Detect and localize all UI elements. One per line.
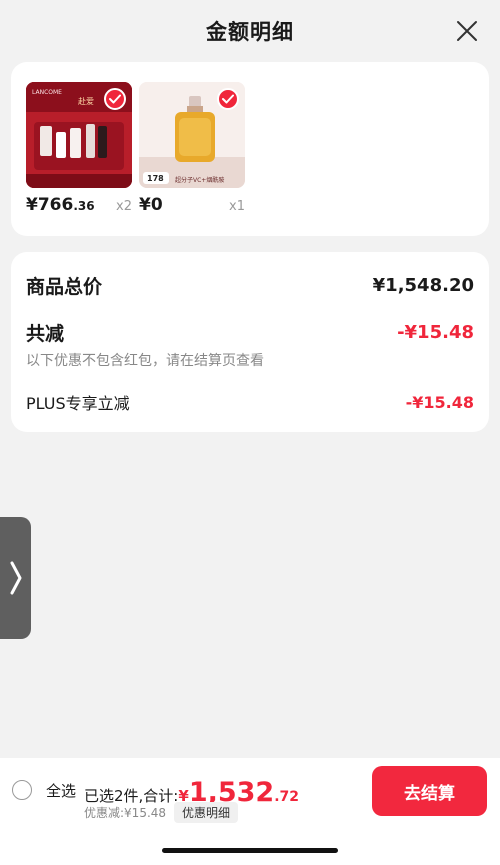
select-all-radio[interactable] xyxy=(12,780,32,800)
selected-check-icon[interactable] xyxy=(104,88,126,110)
price-summary-card: 商品总价 ¥1,548.20 共减 -¥15.48 以下优惠不包含红包，请在结算… xyxy=(11,252,489,432)
discount-label: 共减 xyxy=(26,323,65,345)
header: 金额明细 xyxy=(0,0,500,62)
safe-area xyxy=(0,824,500,865)
product-quantity: x1 xyxy=(229,199,245,214)
svg-text:178: 178 xyxy=(147,174,164,183)
discount-detail-button[interactable]: 优惠明细 xyxy=(174,802,239,823)
selected-check-icon[interactable] xyxy=(217,88,239,110)
svg-text:超分子VC+烟酰胺: 超分子VC+烟酰胺 xyxy=(175,176,224,184)
checkout-bar: 全选 已选2件,合计: ¥1,532.72 优惠减:¥15.48 优惠明细 去结… xyxy=(0,758,500,824)
close-icon xyxy=(457,21,477,41)
close-button[interactable] xyxy=(452,16,482,46)
select-all-label[interactable]: 全选 xyxy=(46,780,76,801)
discount-row: 共减 -¥15.48 xyxy=(26,319,474,346)
total-price-value: ¥1,548.20 xyxy=(372,275,474,296)
checkout-button[interactable]: 去结算 xyxy=(372,766,487,816)
svg-text:LANCOME: LANCOME xyxy=(32,89,62,96)
page-title: 金额明细 xyxy=(206,20,294,44)
svg-text:赴爱: 赴爱 xyxy=(78,96,94,106)
discount-note: 以下优惠不包含红包，请在结算页查看 xyxy=(26,353,264,369)
plus-discount-label: PLUS专享立减 xyxy=(26,394,130,413)
total-price-label: 商品总价 xyxy=(26,276,103,298)
chevron-right-icon xyxy=(10,561,21,595)
product-item[interactable]: 178 超分子VC+烟酰胺 ¥0 x1 xyxy=(139,82,245,215)
product-price-row: ¥766.36 x2 xyxy=(26,195,132,215)
product-price: ¥766.36 xyxy=(26,195,95,215)
product-image: 178 超分子VC+烟酰胺 xyxy=(139,82,245,188)
discount-amount-text: 优惠减:¥15.48 xyxy=(84,806,167,820)
total-price-row: 商品总价 ¥1,548.20 xyxy=(26,272,474,299)
product-quantity: x2 xyxy=(116,199,132,214)
home-indicator xyxy=(162,848,338,853)
product-price-row: ¥0 x1 xyxy=(139,195,245,215)
discount-summary: 优惠减:¥15.48 优惠明细 xyxy=(84,802,239,823)
discount-value: -¥15.48 xyxy=(397,322,474,343)
product-image: LANCOME 赴爱 xyxy=(26,82,132,188)
product-item[interactable]: LANCOME 赴爱 ¥766.36 x2 xyxy=(26,82,132,215)
plus-discount-value: -¥15.48 xyxy=(405,392,474,412)
plus-discount-row: PLUS专享立减 -¥15.48 xyxy=(26,390,474,414)
product-price: ¥0 xyxy=(139,195,163,215)
product-card: LANCOME 赴爱 ¥766.36 x2 178 超分子VC+烟酰胺 ¥0 x… xyxy=(11,62,489,236)
side-expand-tab[interactable] xyxy=(0,517,31,639)
